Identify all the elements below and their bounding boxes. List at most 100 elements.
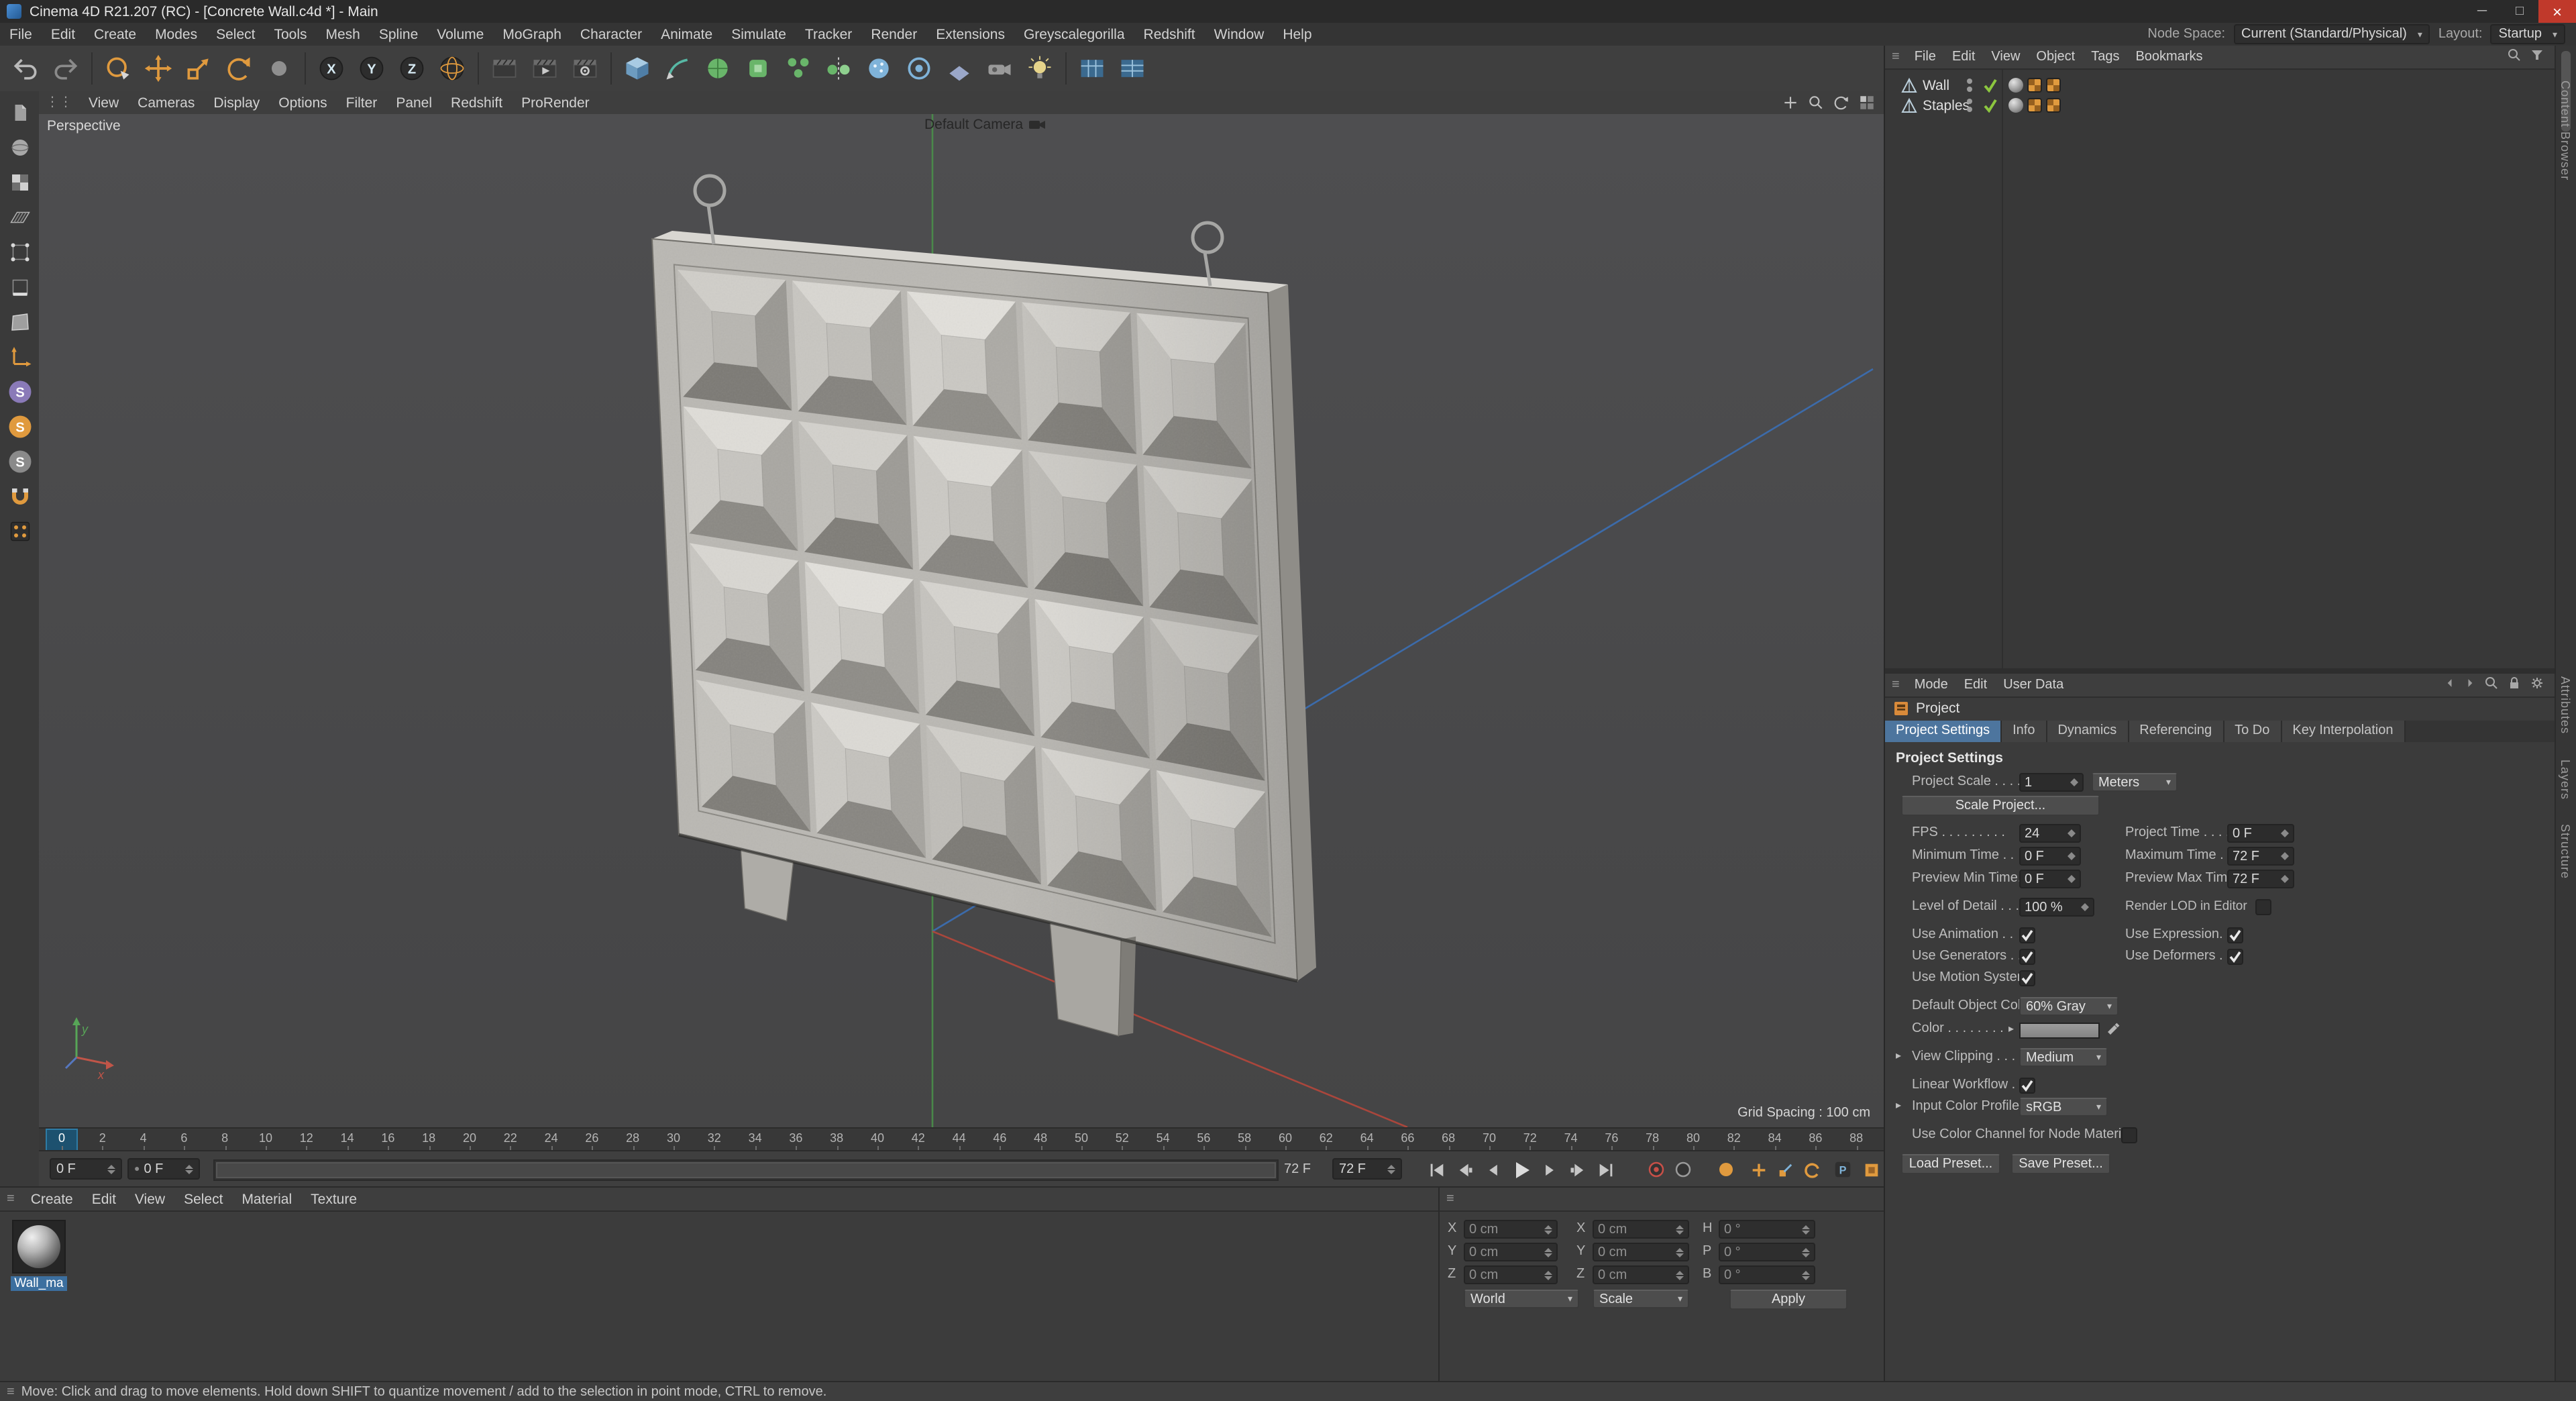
input-profile-select[interactable]: sRGB ▾ (2019, 1098, 2108, 1117)
toggle-views-icon[interactable] (1856, 93, 1878, 113)
size-z-field[interactable]: 0 cm (1593, 1265, 1689, 1284)
lock-z-axis-icon[interactable]: Z (393, 50, 431, 87)
prev-frame-button[interactable] (1480, 1159, 1507, 1180)
rotate-view-icon[interactable] (1830, 93, 1853, 113)
viewport-menu-redshift[interactable]: Redshift (441, 91, 512, 114)
filter-icon[interactable] (2529, 47, 2545, 67)
project-time-field[interactable]: 0 F (2227, 824, 2294, 843)
texture-tag-icon[interactable] (2027, 98, 2042, 113)
enabled-check-icon[interactable] (1983, 78, 1998, 97)
material-thumbnail[interactable] (12, 1220, 66, 1274)
menu-tracker[interactable]: Tracker (796, 23, 861, 46)
texture-mode-icon[interactable] (3, 166, 36, 199)
workplane-mode-icon[interactable] (3, 201, 36, 234)
project-scale-field[interactable]: 1 (2019, 773, 2084, 792)
lock-y-axis-icon[interactable]: Y (353, 50, 390, 87)
record-keyframe-button[interactable] (1644, 1158, 1668, 1181)
rotation-p-field[interactable]: 0 ° (1719, 1243, 1815, 1261)
eyedropper-icon[interactable] (2105, 1021, 2121, 1037)
points-mode-icon[interactable] (3, 236, 36, 268)
goto-start-button[interactable] (1424, 1159, 1450, 1180)
linear-workflow-checkbox[interactable] (2019, 1078, 2035, 1094)
undo-icon[interactable] (7, 50, 44, 87)
object-manager-grip-icon[interactable]: ≡ (1885, 50, 1907, 64)
maximize-button[interactable]: □ (2501, 0, 2538, 23)
texture-tag-icon[interactable] (2046, 98, 2061, 113)
material-item[interactable]: Wall_ma (10, 1220, 68, 1374)
goto-end-button[interactable] (1593, 1159, 1619, 1180)
menu-volume[interactable]: Volume (427, 23, 493, 46)
prev-key-button[interactable] (1452, 1159, 1479, 1180)
use-animation-checkbox[interactable] (2019, 927, 2035, 943)
position-x-field[interactable]: 0 cm (1464, 1220, 1558, 1239)
enabled-check-icon[interactable] (1983, 98, 1998, 117)
viewport-view-label[interactable]: Perspective (47, 118, 121, 134)
menu-select[interactable]: Select (207, 23, 264, 46)
coordinate-system-icon[interactable] (433, 50, 471, 87)
menu-edit[interactable]: Edit (42, 23, 85, 46)
history-back-icon[interactable] (2443, 676, 2457, 694)
layout-select[interactable]: Startup ▾ (2490, 24, 2565, 44)
menu-mograph[interactable]: MoGraph (493, 23, 571, 46)
phong-tag-icon[interactable] (2008, 78, 2023, 93)
search-icon[interactable] (2483, 675, 2500, 695)
render-settings-icon[interactable] (566, 50, 604, 87)
color-expand-arrow[interactable]: ▸ (2008, 1023, 2014, 1035)
key-pla-button[interactable] (1860, 1158, 1884, 1181)
menu-render[interactable]: Render (861, 23, 926, 46)
menu-mesh[interactable]: Mesh (317, 23, 370, 46)
texture-tag-icon[interactable] (2046, 78, 2061, 93)
menu-file[interactable]: File (0, 23, 42, 46)
add-extrude-icon[interactable] (739, 50, 777, 87)
enable-axis-icon[interactable] (3, 341, 36, 373)
viewport-canvas[interactable]: y x Perspective Default Camera Grid Spac… (39, 114, 1884, 1127)
redo-icon[interactable] (47, 50, 85, 87)
current-frame-field[interactable]: 0 F (50, 1158, 122, 1180)
viewport-solo-off-icon[interactable]: S (3, 376, 36, 408)
object-menu-edit[interactable]: Edit (1944, 46, 1983, 68)
coordinate-system-select[interactable]: World ▾ (1464, 1290, 1579, 1308)
add-subdivision-icon[interactable] (699, 50, 737, 87)
viewport-solo-single-icon[interactable]: S (3, 411, 36, 443)
object-manager-column-divider[interactable] (2002, 70, 2003, 668)
lod-field[interactable]: 100 % (2019, 898, 2094, 917)
menu-animate[interactable]: Animate (651, 23, 722, 46)
menu-tools[interactable]: Tools (264, 23, 316, 46)
position-z-field[interactable]: 0 cm (1464, 1265, 1558, 1284)
phong-tag-icon[interactable] (2008, 98, 2023, 113)
scale-tool-icon[interactable] (180, 50, 217, 87)
menu-extensions[interactable]: Extensions (926, 23, 1014, 46)
search-icon[interactable] (2506, 47, 2522, 67)
render-lod-checkbox[interactable] (2255, 899, 2271, 915)
add-volume-icon[interactable] (860, 50, 898, 87)
color-swatch[interactable] (2019, 1023, 2100, 1039)
side-tab-attributes[interactable]: Attributes (2559, 676, 2572, 734)
use-generators-checkbox[interactable] (2019, 949, 2035, 965)
load-preset-button[interactable]: Load Preset... (1901, 1154, 2000, 1174)
enable-snap-icon[interactable] (3, 480, 36, 513)
view-clipping-caret[interactable]: ▸ (1896, 1049, 1901, 1061)
viewport-menu-panel[interactable]: Panel (386, 91, 441, 114)
rotation-h-field[interactable]: 0 ° (1719, 1220, 1815, 1239)
attribute-menu-edit[interactable]: Edit (1956, 674, 1995, 696)
object-menu-file[interactable]: File (1907, 46, 1944, 68)
menu-greyscalegorilla[interactable]: Greyscalegorilla (1014, 23, 1134, 46)
max-frame-field[interactable]: 72 F (1332, 1158, 1402, 1180)
timeline-ruler[interactable]: 0 2 4 6 8 10 12 14 16 18 20 22 24 26 28 30 32 34 36 38 40 42 4… (39, 1127, 1884, 1151)
key-rotation-button[interactable] (1801, 1158, 1825, 1181)
viewport-menu-cameras[interactable]: Cameras (128, 91, 204, 114)
model-mode-icon[interactable] (3, 132, 36, 164)
keyframe-selection-button[interactable] (1713, 1158, 1737, 1181)
play-button[interactable] (1508, 1159, 1535, 1180)
minimize-button[interactable]: ─ (2463, 0, 2501, 23)
object-menu-bookmarks[interactable]: Bookmarks (2127, 46, 2210, 68)
preview-range-bar[interactable] (213, 1159, 1279, 1181)
material-menu-create[interactable]: Create (21, 1188, 83, 1210)
input-profile-caret[interactable]: ▸ (1896, 1099, 1901, 1111)
size-y-field[interactable]: 0 cm (1593, 1243, 1689, 1261)
project-scale-unit-select[interactable]: Meters ▾ (2092, 773, 2178, 792)
menu-modes[interactable]: Modes (146, 23, 207, 46)
coordinates-grip-icon[interactable]: ≡ (1440, 1192, 1461, 1206)
viewport-solo-hierarchy-icon[interactable]: S (3, 446, 36, 478)
viewport-menu-options[interactable]: Options (269, 91, 336, 114)
